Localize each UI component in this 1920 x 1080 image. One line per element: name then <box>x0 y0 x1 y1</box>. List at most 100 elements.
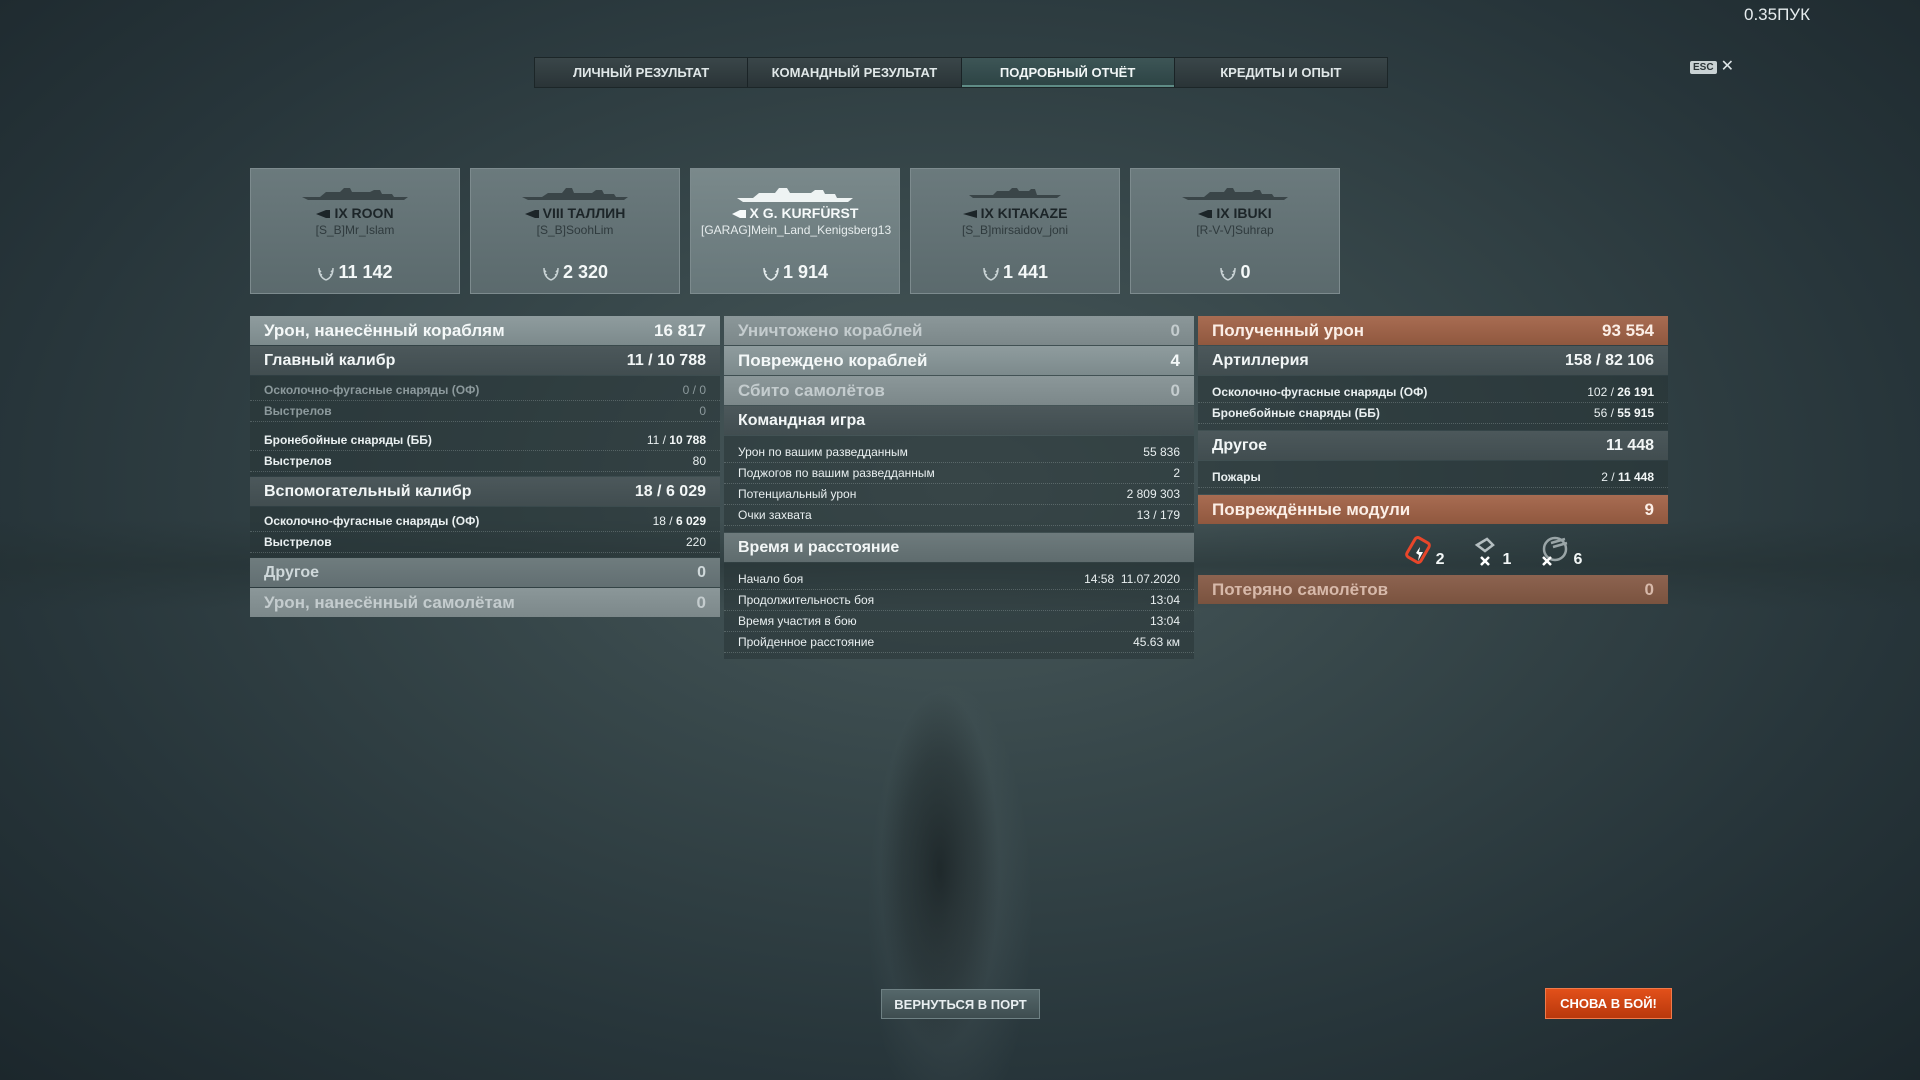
base-xp: 2 320 <box>471 262 679 283</box>
player-card-self[interactable]: X G. KURFÜRST [GARAG]Mein_Land_Kenigsber… <box>690 168 900 294</box>
base-xp-value: 0 <box>1240 262 1251 282</box>
value: 2 / 11 448 <box>1601 470 1654 484</box>
value: 0 <box>696 592 706 612</box>
engine-icon <box>1404 536 1431 564</box>
hits: 11 <box>626 351 644 369</box>
damaged-modules-header: Повреждённые модули 9 <box>1198 495 1668 524</box>
damaged-modules-icons: 2 1 6 <box>1198 525 1668 571</box>
value: 11 448 <box>1605 436 1654 454</box>
label: Пожары <box>1212 470 1261 484</box>
player-name: [S_B]mirsaidov_joni <box>961 223 1069 237</box>
ship-name: IX KITAKAZE <box>911 205 1119 221</box>
value: 9 <box>1644 499 1654 519</box>
he-shells-row: Осколочно-фугасные снаряды (ОФ) 18 / 6 0… <box>250 511 720 532</box>
label: Повреждённые модули <box>1212 499 1411 519</box>
value: 93 554 <box>1602 320 1654 340</box>
damage: 11 448 <box>1617 470 1654 484</box>
value: 14:58 11.07.2020 <box>1084 572 1180 586</box>
hits: 158 <box>1565 351 1592 369</box>
close-icon: ✕ <box>1720 58 1734 75</box>
return-to-port-button[interactable]: ВЕРНУТЬСЯ В ПОРТ <box>881 989 1040 1019</box>
player-card[interactable]: IX ROON [S_B]Mr_Islam 11 142 <box>250 168 460 294</box>
damage-received-panel: Полученный урон 93 554 Артиллерия 158 / … <box>1198 316 1668 605</box>
label: Артиллерия <box>1212 351 1309 369</box>
base-xp: 11 142 <box>251 262 459 283</box>
tab-bar: ЛИЧНЫЙ РЕЗУЛЬТАТ КОМАНДНЫЙ РЕЗУЛЬТАТ ПОД… <box>534 57 1388 88</box>
ap-shells-row: Бронебойные снаряды (ББ) 56 / 55 915 <box>1198 403 1668 424</box>
label: Бронебойные снаряды (ББ) <box>264 433 432 447</box>
value: 4 <box>1170 350 1180 370</box>
value: 11 / 10 788 <box>626 351 706 369</box>
to-battle-button[interactable]: СНОВА В БОЙ! <box>1545 988 1672 1019</box>
ap-shells-row: Бронебойные снаряды (ББ) 11 / 10 788 <box>250 430 720 451</box>
base-xp: 1 914 <box>691 262 899 283</box>
player-card[interactable]: VIII ТАЛЛИН [S_B]SoohLim 2 320 <box>470 168 680 294</box>
hits: 18 <box>652 514 666 528</box>
he-shells-row: Осколочно-фугасные снаряды (ОФ) 102 / 26… <box>1198 382 1668 403</box>
hits: 11 <box>646 433 660 447</box>
main-battery-details: Осколочно-фугасные снаряды (ОФ) 0 / 0 Вы… <box>250 376 720 476</box>
player-name: [S_B]SoohLim <box>536 223 614 237</box>
damage: 82 106 <box>1605 351 1654 369</box>
planes-shot-row: Сбито самолётов 0 <box>724 376 1194 405</box>
label: Время участия в бою <box>738 614 857 628</box>
main-battery-row: Главный калибр 11 / 10 788 <box>250 346 720 375</box>
label: Осколочно-фугасные снаряды (ОФ) <box>264 514 480 528</box>
label: Другое <box>1212 436 1267 454</box>
value: 220 <box>685 535 706 549</box>
time-distance-header: Время и расстояние <box>724 533 1194 562</box>
battle-duration-row: Продолжительность боя 13:04 <box>724 590 1194 611</box>
label: Урон по вашим разведданным <box>738 445 908 459</box>
laurel-icon <box>318 268 335 281</box>
battleship-class-icon <box>731 210 746 219</box>
value: 11 / 10 788 <box>646 433 706 447</box>
damage: 6 029 <box>675 514 706 528</box>
label: Выстрелов <box>264 535 332 549</box>
count: 2 <box>1435 551 1445 568</box>
potential-damage-row: Потенциальный урон 2 809 303 <box>724 484 1194 505</box>
ship-name: IX IBUKI <box>1131 205 1339 221</box>
ships-damaged-row: Повреждено кораблей 4 <box>724 346 1194 375</box>
value: 18 / 6 029 <box>652 514 706 528</box>
label: Пройденное расстояние <box>738 635 875 649</box>
label: Потеряно самолётов <box>1212 579 1389 599</box>
player-card[interactable]: IX KITAKAZE [S_B]mirsaidov_joni 1 441 <box>910 168 1120 294</box>
base-xp-value: 1 914 <box>782 262 829 282</box>
label: Выстрелов <box>264 404 332 418</box>
hits: 18 <box>634 482 653 500</box>
label: Бронебойные снаряды (ББ) <box>1212 406 1380 420</box>
label: Урон, нанесённый самолётам <box>264 592 515 612</box>
damage: 6 029 <box>665 482 706 500</box>
base-xp-value: 2 320 <box>562 262 609 282</box>
value: 0 <box>1644 579 1654 599</box>
label: Выстрелов <box>264 454 332 468</box>
label: Очки захвата <box>738 508 812 522</box>
value: 0 / 0 <box>682 383 706 397</box>
hits: 56 <box>1593 406 1608 420</box>
ship-name-text: VIII ТАЛЛИН <box>542 205 626 221</box>
other-received-row: Другое 11 448 <box>1198 431 1668 460</box>
close-button[interactable]: ESC ✕ <box>1690 58 1734 75</box>
damage: 10 788 <box>669 433 706 447</box>
ship-name-text: X G. KURFÜRST <box>749 205 859 221</box>
time-distance-details: Начало боя 14:58 11.07.2020 Продолжитель… <box>724 563 1194 659</box>
laurel-icon <box>763 268 779 281</box>
tab-team-result[interactable]: КОМАНДНЫЙ РЕЗУЛЬТАТ <box>748 58 962 87</box>
team-stats-panel: Уничтожено кораблей 0 Повреждено корабле… <box>724 316 1194 660</box>
he-shells-row: Осколочно-фугасные снаряды (ОФ) 0 / 0 <box>250 380 720 401</box>
value: 16 817 <box>654 320 706 340</box>
value: 0 <box>699 404 706 418</box>
tab-personal-result[interactable]: ЛИЧНЫЙ РЕЗУЛЬТАТ <box>535 58 749 87</box>
value: 80 <box>692 454 706 468</box>
distance-row: Пройденное расстояние 45.63 км <box>724 632 1194 653</box>
value: 18 / 6 029 <box>634 482 706 500</box>
base-xp: 0 <box>1131 262 1339 283</box>
player-card[interactable]: IX IBUKI [R-V-V]Suhrap 0 <box>1130 168 1340 294</box>
ship-silhouette-icon <box>1182 188 1288 200</box>
spotting-fires-row: Поджогов по вашим разведданным 2 <box>724 463 1194 484</box>
label: Уничтожено кораблей <box>738 320 923 340</box>
tab-detailed-report[interactable]: ПОДРОБНЫЙ ОТЧЁТ <box>961 58 1175 87</box>
ship-name: IX ROON <box>251 205 459 221</box>
value: 0 <box>697 563 706 581</box>
tab-credits-xp[interactable]: КРЕДИТЫ И ОПЫТ <box>1174 58 1387 87</box>
